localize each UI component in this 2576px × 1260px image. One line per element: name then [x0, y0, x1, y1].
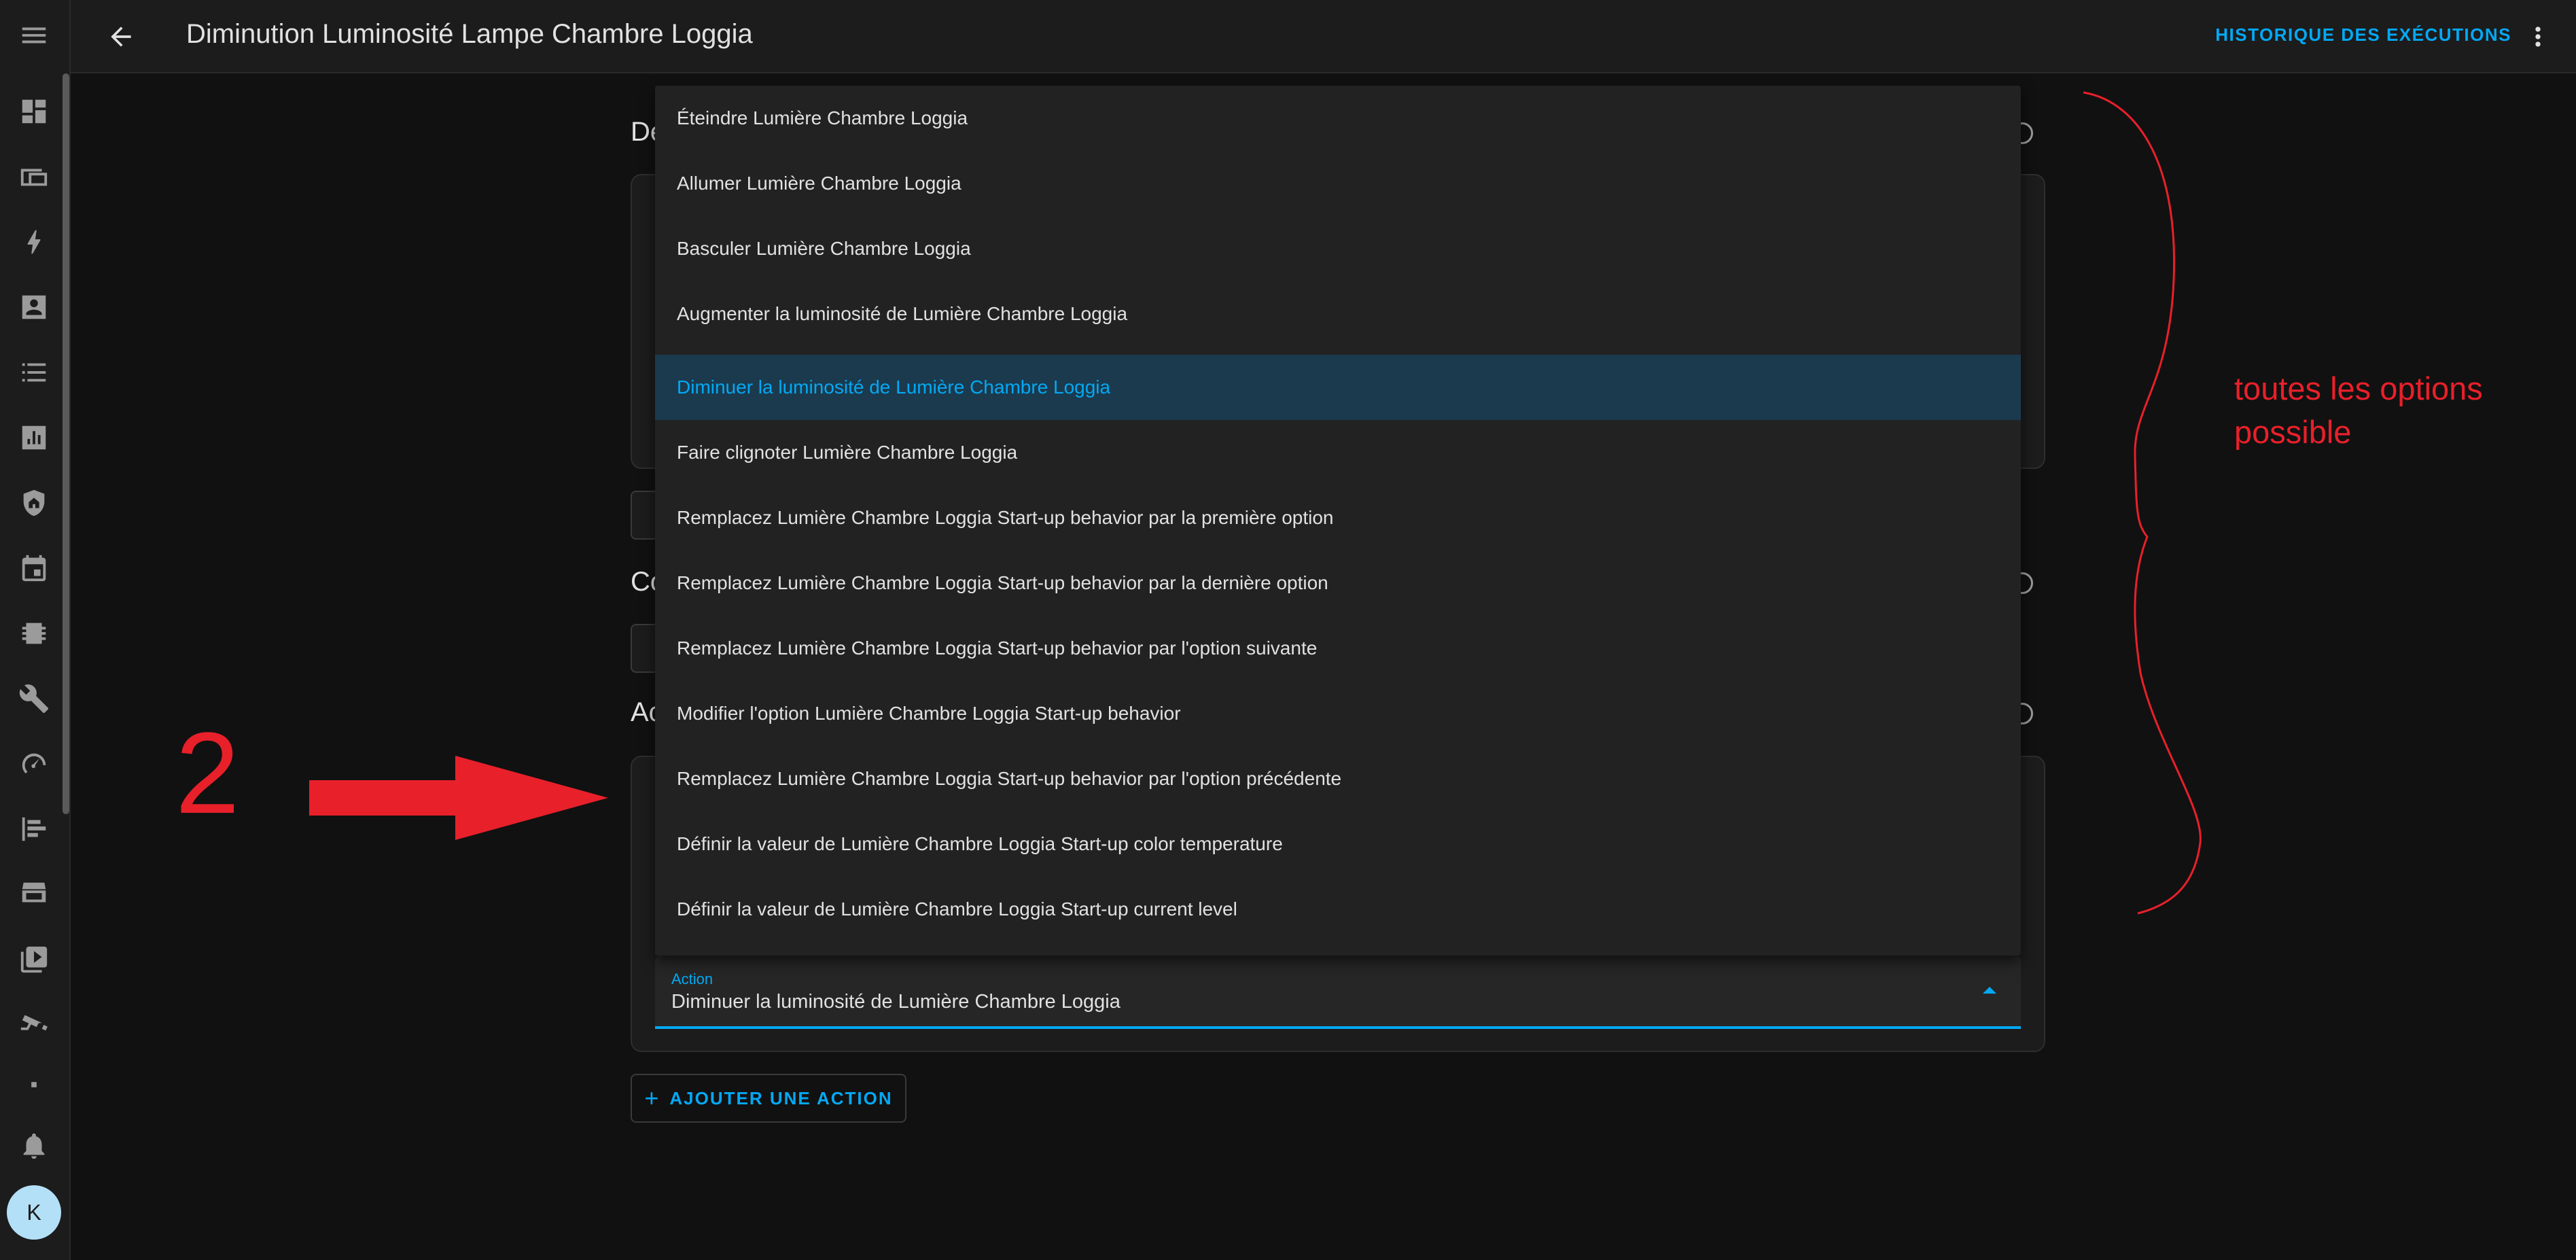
more-indicator-icon [16, 1067, 52, 1102]
menu-item[interactable]: Définir la valeur de Lumière Chambre Log… [655, 877, 2021, 942]
speedometer-icon[interactable] [16, 746, 52, 782]
menu-item-selected[interactable]: Diminuer la luminosité de Lumière Chambr… [655, 355, 2021, 420]
action-field-label: Action [671, 970, 713, 987]
logbook-icon[interactable] [16, 355, 52, 390]
annotation-brace-icon [2083, 91, 2202, 915]
calendar-icon[interactable] [16, 550, 52, 586]
menu-item[interactable]: Éteindre Lumière Chambre Loggia [655, 86, 2021, 151]
user-avatar[interactable]: K [7, 1185, 61, 1240]
app-root: K Diminution Luminosité Lampe Chambre Lo… [0, 0, 2576, 1260]
energy-icon[interactable] [16, 224, 52, 260]
menu-item[interactable]: Faire clignoter Lumière Chambre Loggia [655, 420, 2021, 485]
annotation-step-number: 2 [175, 709, 240, 838]
media-icon[interactable] [16, 942, 52, 977]
annotation-arrow-icon [309, 756, 608, 840]
menu-item[interactable]: Remplacez Lumière Chambre Loggia Start-u… [655, 550, 2021, 616]
dashboard-icon[interactable] [16, 94, 52, 129]
add-action-button[interactable]: + AJOUTER UNE ACTION [631, 1074, 906, 1123]
integrations-icon[interactable] [16, 616, 52, 651]
back-arrow-icon[interactable] [103, 19, 139, 54]
menu-item[interactable]: Remplacez Lumière Chambre Loggia Start-u… [655, 616, 2021, 681]
overflow-menu-icon[interactable] [2520, 19, 2556, 54]
plus-icon: + [644, 1084, 660, 1112]
timeline-icon[interactable] [16, 811, 52, 847]
menu-icon[interactable] [16, 18, 52, 53]
developer-tools-icon[interactable] [16, 681, 52, 716]
annotation-note: toutes les options possible [2234, 370, 2483, 450]
dropdown-arrow-icon[interactable] [1983, 987, 1996, 994]
traces-history-button[interactable]: HISTORIQUE DES EXÉCUTIONS [2215, 24, 2511, 46]
menu-item[interactable]: Allumer Lumière Chambre Loggia [655, 151, 2021, 216]
security-icon[interactable] [16, 485, 52, 521]
sidebar: K [0, 0, 71, 1260]
menu-item[interactable]: Définir la valeur de Lumière Chambre Log… [655, 811, 2021, 877]
menu-item[interactable]: Augmenter la luminosité de Lumière Chamb… [655, 281, 2021, 347]
sidebar-scrollbar[interactable] [63, 73, 69, 814]
history-icon[interactable] [16, 420, 52, 455]
cctv-icon[interactable] [16, 1007, 52, 1043]
action-select-field[interactable]: Action Diminuer la luminosité de Lumière… [655, 956, 2021, 1029]
menu-item[interactable]: Basculer Lumière Chambre Loggia [655, 216, 2021, 281]
action-dropdown-menu: Éteindre Lumière Chambre Loggia Allumer … [655, 86, 2021, 956]
devices-icon[interactable] [16, 159, 52, 194]
action-field-value: Diminuer la luminosité de Lumière Chambr… [671, 991, 1121, 1013]
notifications-icon[interactable] [16, 1128, 52, 1163]
menu-item[interactable]: Remplacez Lumière Chambre Loggia Start-u… [655, 485, 2021, 550]
page-title: Diminution Luminosité Lampe Chambre Logg… [186, 19, 753, 49]
map-icon[interactable] [16, 290, 52, 325]
menu-item[interactable]: Modifier l'option Lumière Chambre Loggia… [655, 681, 2021, 746]
top-app-bar: Diminution Luminosité Lampe Chambre Logg… [71, 0, 2576, 73]
add-action-label: AJOUTER UNE ACTION [669, 1087, 893, 1108]
hacs-icon[interactable] [16, 877, 52, 912]
menu-item[interactable]: Remplacez Lumière Chambre Loggia Start-u… [655, 746, 2021, 811]
